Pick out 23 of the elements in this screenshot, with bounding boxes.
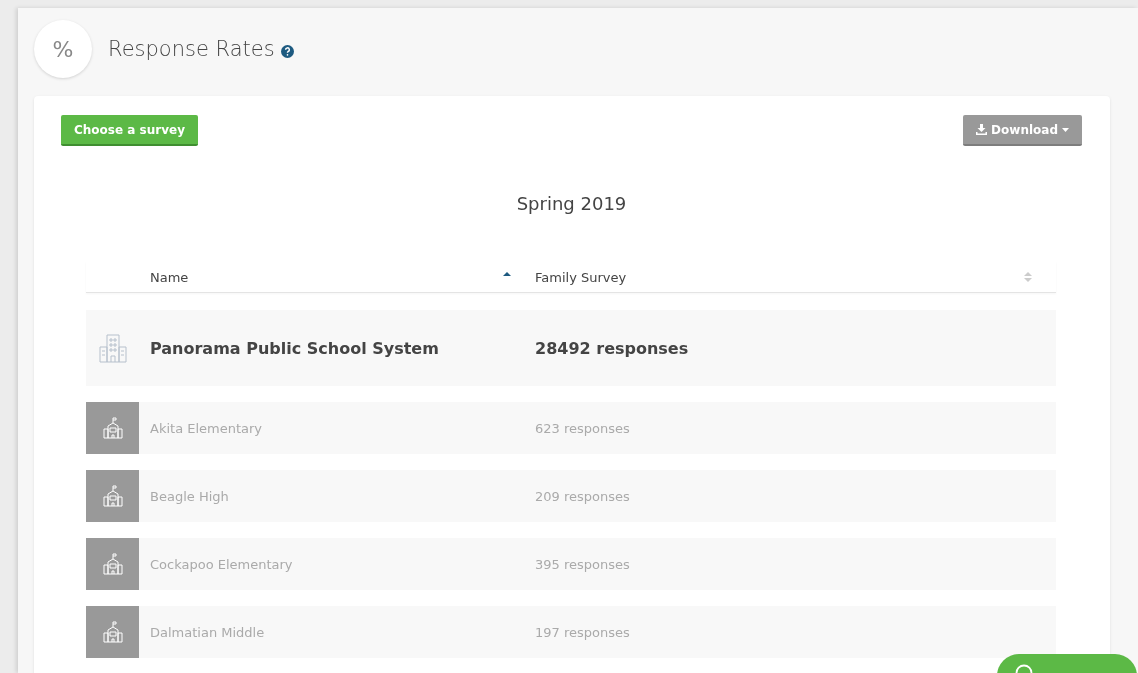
building-icon [97, 333, 128, 363]
response-count: 197 responses [535, 624, 631, 640]
column-header[interactable]: Name [150, 269, 189, 285]
response-count: 209 responses [535, 488, 631, 504]
response-count: 623 responses [535, 420, 631, 436]
school-name: Dalmatian Middle [150, 624, 266, 640]
download-icon [976, 124, 988, 135]
page-title: Response Rates [108, 37, 275, 61]
school-icon [102, 485, 123, 507]
help-icon[interactable] [280, 44, 294, 58]
school-icon [102, 621, 123, 643]
school-name: Akita Elementary [150, 420, 264, 436]
percent-badge: % [34, 20, 92, 78]
district-name: Panorama Public School System [150, 338, 440, 358]
caret-icon [1062, 127, 1069, 132]
school-name: Cockapoo Elementary [150, 556, 294, 572]
response-count: 28492 responses [535, 338, 690, 358]
survey-title: Spring 2019 [515, 193, 628, 214]
school-name: Beagle High [150, 488, 230, 504]
response-count: 395 responses [535, 556, 631, 572]
school-icon [102, 417, 123, 439]
column-header[interactable]: Family Survey [535, 269, 627, 285]
school-icon [102, 553, 123, 575]
